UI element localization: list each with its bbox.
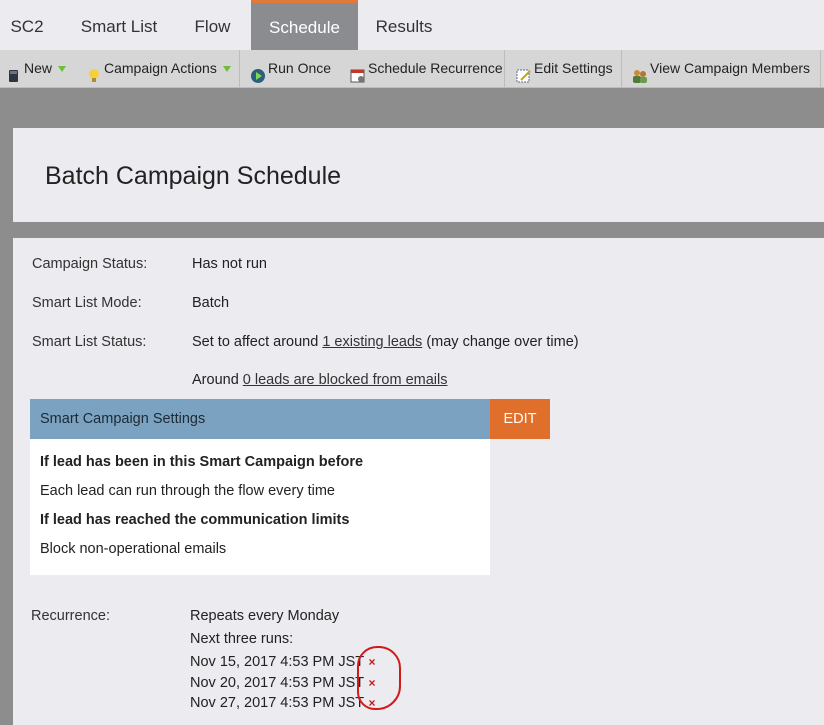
schedule-recurrence-button[interactable]: Schedule Recurrence — [350, 50, 503, 87]
run-once-icon — [250, 61, 266, 84]
chevron-down-icon — [222, 66, 231, 73]
recurrence-value: Repeats every Monday — [190, 608, 340, 624]
next-runs-label: Next three runs: — [190, 631, 294, 647]
campaign-actions-label: Campaign Actions — [104, 60, 217, 76]
settings-question-1: If lead has been in this Smart Campaign … — [40, 454, 364, 470]
tab-smart-list[interactable]: Smart List — [64, 0, 174, 50]
page-title: Batch Campaign Schedule — [45, 162, 342, 190]
smart-list-status-value: Set to affect around 1 existing leads (m… — [192, 334, 579, 350]
settings-header: Smart Campaign Settings — [30, 399, 490, 439]
delete-run-2-icon[interactable]: × — [367, 677, 377, 689]
tab-sc2[interactable]: SC2 — [0, 0, 54, 50]
next-run-1: Nov 15, 2017 4:53 PM JST — [190, 654, 365, 670]
schedule-recurrence-label: Schedule Recurrence — [368, 60, 503, 76]
members-icon — [632, 61, 648, 84]
smart-list-mode-value: Batch — [192, 295, 230, 311]
toolbar-divider — [820, 50, 821, 87]
settings-header-label: Smart Campaign Settings — [40, 411, 206, 427]
campaign-status-value: Has not run — [192, 256, 267, 272]
toolbar: New Campaign Actions Run Once Schedule R… — [0, 50, 824, 88]
campaign-status-label: Campaign Status: — [32, 256, 148, 272]
blocked-leads-link[interactable]: 0 leads are blocked from emails — [243, 372, 448, 388]
run-once-button[interactable]: Run Once — [250, 50, 331, 87]
chevron-down-icon — [58, 66, 67, 73]
settings-answer-2: Block non-operational emails — [40, 541, 227, 557]
tab-bar: SC2 Smart List Flow Schedule Results — [0, 0, 824, 50]
campaign-actions-button[interactable]: Campaign Actions — [86, 50, 231, 87]
recurrence-label: Recurrence: — [31, 608, 110, 624]
smart-list-status-label: Smart List Status: — [32, 334, 147, 350]
tab-flow[interactable]: Flow — [180, 0, 245, 50]
new-label: New — [24, 60, 53, 76]
edit-settings-button[interactable]: Edit Settings — [516, 50, 613, 87]
next-run-3: Nov 27, 2017 4:53 PM JST — [190, 695, 365, 711]
blocked-leads-line: Around 0 leads are blocked from emails — [192, 372, 448, 388]
edit-settings-label: Edit Settings — [534, 60, 613, 76]
calendar-icon — [350, 61, 366, 83]
run-once-label: Run Once — [268, 60, 332, 76]
smart-list-status-prefix: Set to affect around — [192, 334, 319, 350]
new-icon — [6, 61, 22, 83]
edit-settings-button-orange[interactable]: EDIT — [490, 399, 550, 439]
blocked-leads-prefix: Around — [192, 372, 239, 388]
new-button[interactable]: New — [6, 50, 67, 87]
tab-schedule[interactable]: Schedule — [251, 0, 358, 50]
delete-run-1-icon[interactable]: × — [367, 656, 377, 668]
settings-question-2: If lead has reached the communication li… — [40, 512, 350, 528]
toolbar-divider — [239, 50, 240, 87]
existing-leads-link[interactable]: 1 existing leads — [322, 334, 422, 350]
smart-list-mode-label: Smart List Mode: — [32, 295, 142, 311]
smart-list-status-suffix: (may change over time) — [426, 334, 579, 350]
next-run-2: Nov 20, 2017 4:53 PM JST — [190, 675, 365, 691]
toolbar-divider — [621, 50, 622, 87]
view-campaign-members-label: View Campaign Members — [650, 60, 811, 76]
settings-answer-1: Each lead can run through the flow every… — [40, 483, 335, 499]
view-campaign-members-button[interactable]: View Campaign Members — [632, 50, 810, 87]
lightbulb-icon — [86, 61, 102, 83]
schedule-details-panel: Campaign Status: Has not run Smart List … — [13, 238, 824, 725]
edit-settings-icon — [516, 61, 532, 83]
tab-results[interactable]: Results — [362, 0, 446, 50]
title-panel: Batch Campaign Schedule — [13, 128, 824, 222]
smart-campaign-settings: Smart Campaign Settings If lead has been… — [30, 399, 490, 575]
toolbar-divider — [504, 50, 505, 87]
delete-run-3-icon[interactable]: × — [367, 697, 377, 709]
